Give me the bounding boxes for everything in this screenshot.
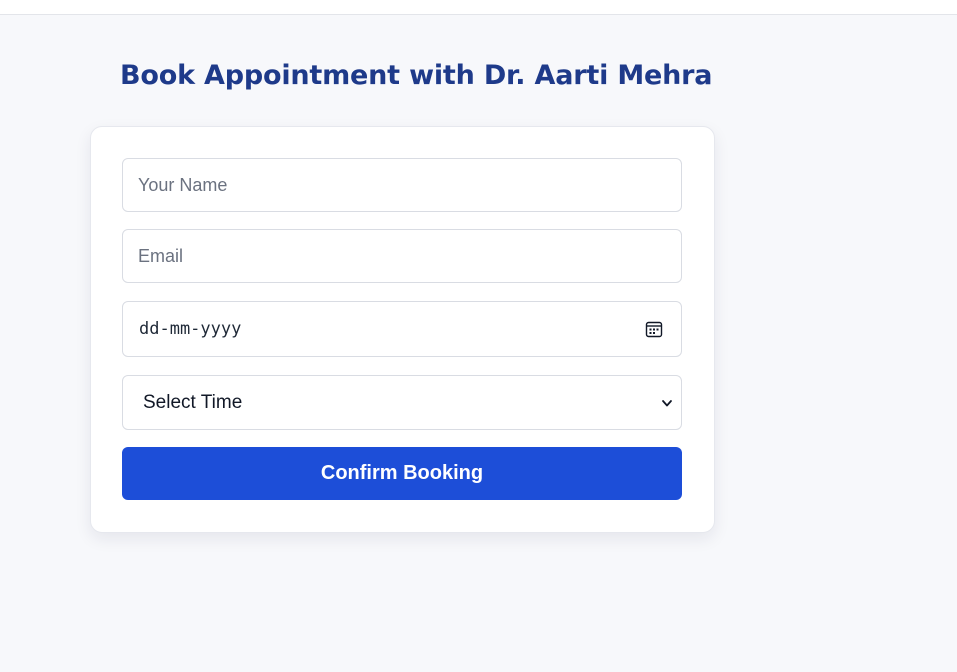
email-field[interactable] — [122, 229, 682, 283]
time-select[interactable]: Select Time — [122, 375, 682, 430]
page-title: Book Appointment with Dr. Aarti Mehra — [120, 60, 713, 91]
name-field[interactable] — [122, 158, 682, 212]
date-field[interactable]: dd-mm-yyyy — [122, 301, 682, 357]
top-bar — [0, 0, 957, 15]
calendar-icon[interactable] — [645, 320, 663, 338]
confirm-booking-button[interactable]: Confirm Booking — [122, 447, 682, 500]
email-input[interactable] — [123, 230, 681, 282]
date-placeholder: dd-mm-yyyy — [139, 319, 242, 339]
booking-form-card: dd-mm-yyyy Select Time Confirm Booking — [90, 126, 715, 533]
time-select-value: Select Time — [143, 391, 243, 413]
name-input[interactable] — [123, 159, 681, 211]
chevron-down-icon — [662, 399, 672, 406]
